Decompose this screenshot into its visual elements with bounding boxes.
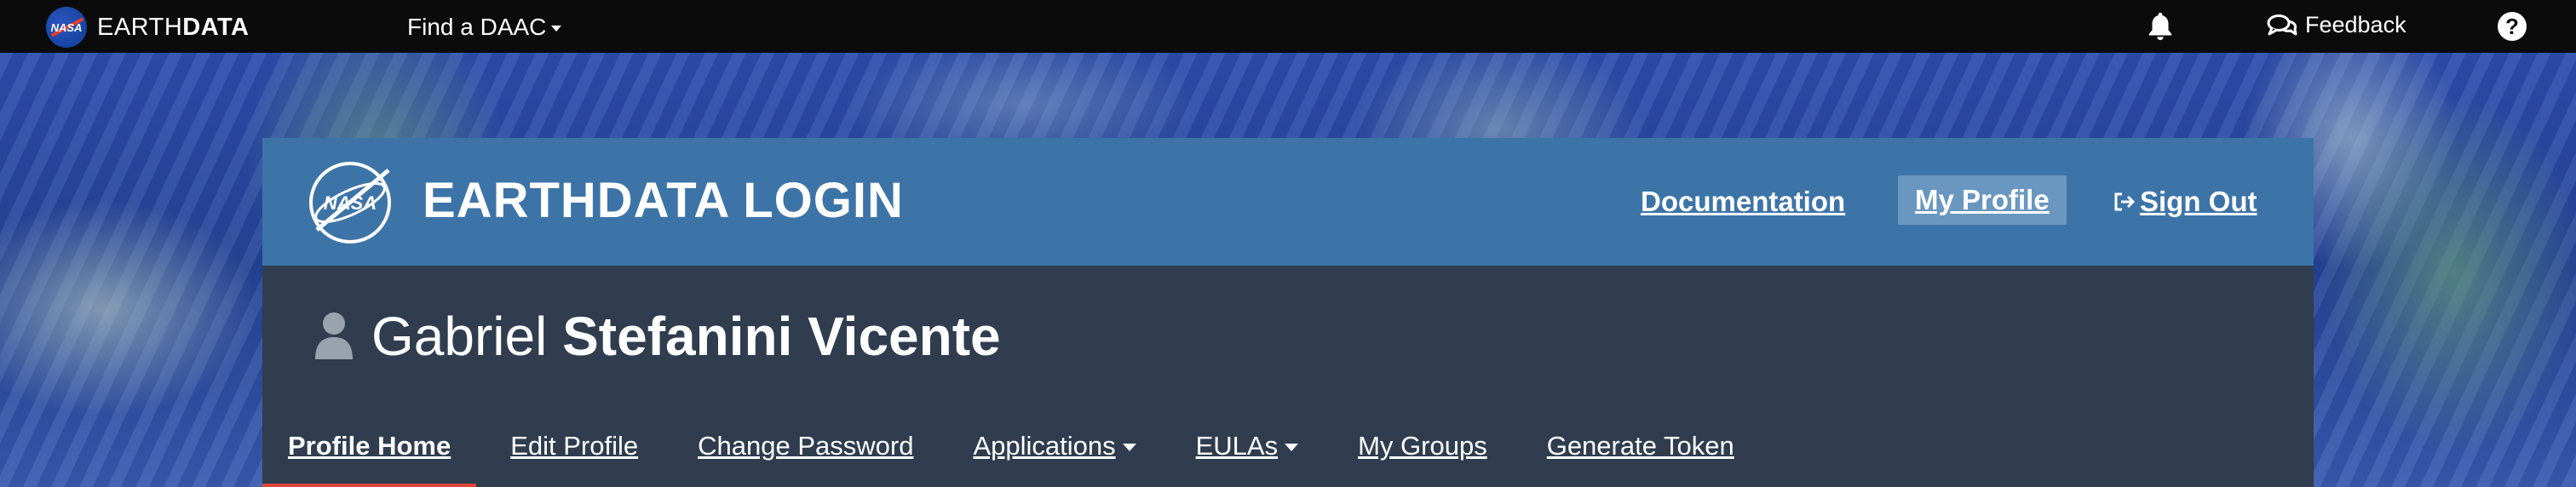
insignia-text: NASA bbox=[324, 192, 377, 214]
tab-applications-label: Applications bbox=[973, 431, 1116, 461]
tab-eulas[interactable]: EULAs bbox=[1195, 419, 1299, 487]
help-glyph: ? bbox=[2505, 13, 2519, 39]
my-profile-link[interactable]: My Profile bbox=[1898, 175, 2067, 225]
find-a-daac-label: Find a DAAC bbox=[407, 14, 547, 40]
caret-down-icon bbox=[1122, 444, 1136, 452]
feedback-link[interactable]: Feedback bbox=[2266, 12, 2406, 38]
brand-name-light: EARTH bbox=[97, 13, 183, 41]
brand-name-bold: DATA bbox=[182, 13, 250, 41]
earthdata-brand[interactable]: NASA EARTHDATA bbox=[46, 7, 250, 48]
brand-name: EARTHDATA bbox=[97, 14, 250, 42]
top-navigation-bar: NASA EARTHDATA Find a DAAC Feedback ? bbox=[0, 0, 2576, 53]
tab-profile-home[interactable]: Profile Home bbox=[262, 419, 477, 487]
sign-out-link[interactable]: Sign Out bbox=[2113, 186, 2257, 218]
sign-out-label: Sign Out bbox=[2140, 186, 2257, 217]
chevron-down-icon bbox=[551, 26, 562, 32]
user-icon bbox=[315, 312, 353, 359]
page-title: EARTHDATA LOGIN bbox=[423, 173, 904, 228]
tab-generate-token[interactable]: Generate Token bbox=[1547, 419, 1734, 487]
sign-out-icon bbox=[2114, 192, 2136, 211]
tab-change-password[interactable]: Change Password bbox=[698, 419, 913, 487]
user-first-name: Gabriel bbox=[371, 306, 548, 367]
nasa-logo-icon: NASA bbox=[46, 7, 87, 48]
earthdata-login-header: NASA EARTHDATA LOGIN Documentation My Pr… bbox=[262, 138, 2314, 266]
tab-my-groups[interactable]: My Groups bbox=[1358, 419, 1487, 487]
feedback-label: Feedback bbox=[2305, 12, 2406, 37]
tab-edit-profile[interactable]: Edit Profile bbox=[510, 419, 638, 487]
bell-icon[interactable] bbox=[2145, 10, 2176, 43]
profile-section: Gabriel Stefanini Vicente Profile Home E… bbox=[262, 266, 2314, 487]
profile-subnav: Profile Home Edit Profile Change Passwor… bbox=[262, 419, 1794, 487]
documentation-link[interactable]: Documentation bbox=[1641, 186, 1845, 218]
tab-eulas-label: EULAs bbox=[1195, 431, 1279, 461]
user-last-name: Stefanini Vicente bbox=[562, 306, 1001, 367]
tab-applications[interactable]: Applications bbox=[973, 419, 1136, 487]
nasa-insignia-icon[interactable]: NASA bbox=[305, 158, 395, 247]
find-a-daac-dropdown[interactable]: Find a DAAC bbox=[407, 14, 562, 41]
nasa-logo-text: NASA bbox=[50, 20, 83, 34]
chat-bubbles-icon bbox=[2267, 14, 2297, 35]
caret-down-icon bbox=[1285, 444, 1299, 452]
help-icon[interactable]: ? bbox=[2498, 12, 2527, 41]
user-full-name: Gabriel Stefanini Vicente bbox=[371, 305, 1001, 368]
